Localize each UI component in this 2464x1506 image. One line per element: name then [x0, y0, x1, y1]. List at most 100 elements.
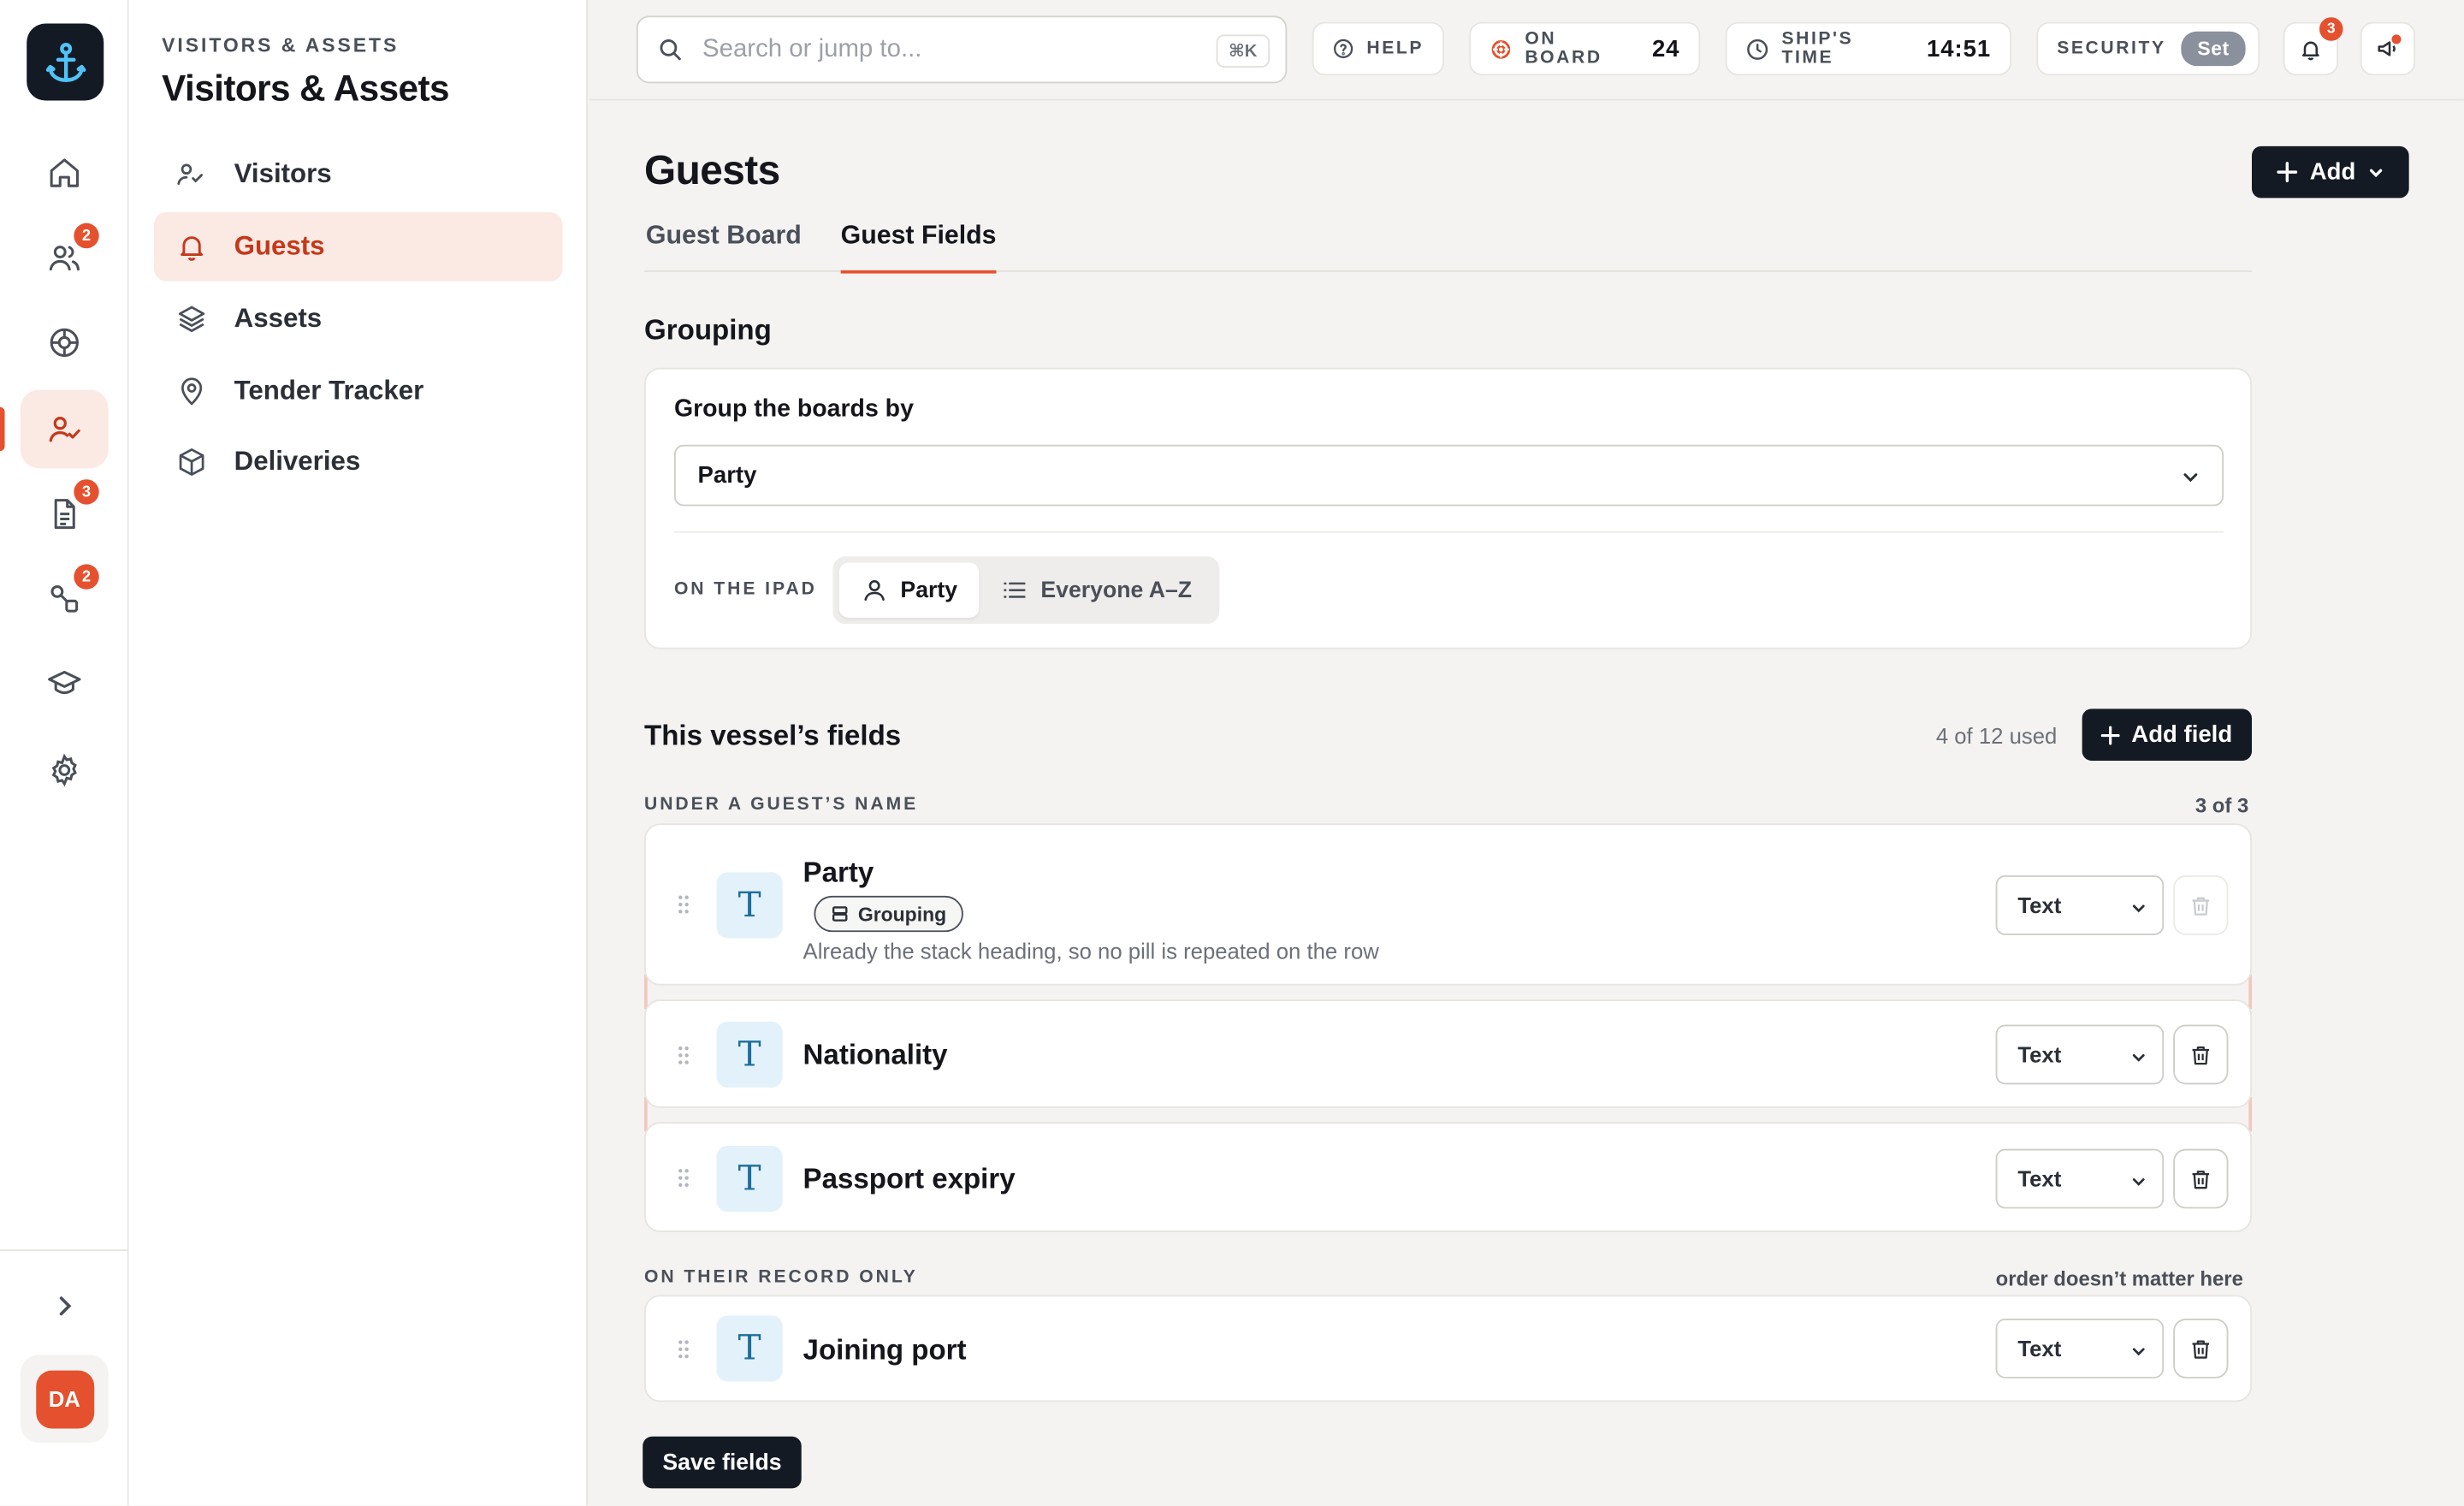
workflow-icon	[50, 584, 79, 613]
field-type-value: Text	[2017, 892, 2062, 918]
sidebar-item-label: Tender Tracker	[234, 375, 424, 406]
rail-documents-button[interactable]: 3	[21, 475, 109, 554]
field-name[interactable]: Passport expiry	[803, 1163, 1016, 1196]
graduation-cap-icon	[48, 670, 81, 695]
field-type-value: Text	[2017, 1336, 2062, 1361]
text-type-icon: T	[716, 1315, 783, 1382]
sidebar-item-assets[interactable]: Assets	[154, 284, 563, 353]
ipad-option-label: Everyone A–Z	[1040, 577, 1193, 603]
grouping-chip: Grouping	[814, 895, 964, 933]
sidebar-title: Visitors & Assets	[162, 67, 449, 109]
field-name[interactable]: Nationality	[803, 1039, 948, 1072]
chevron-down-icon	[2183, 473, 2198, 483]
app-rail: 2 3 2 DA	[0, 0, 129, 1506]
chevron-down-icon	[2132, 1053, 2145, 1062]
text-type-icon: T	[716, 1145, 783, 1213]
rail-workflows-button[interactable]: 2	[21, 560, 109, 638]
notifications-button[interactable]: 3	[2283, 17, 2343, 76]
field-row-passport-expiry: T Passport expiry Text	[644, 1122, 2252, 1232]
workflows-badge: 2	[74, 564, 99, 590]
user-check-icon	[176, 159, 208, 191]
ipad-option-party[interactable]: Party	[838, 562, 980, 618]
search-input[interactable]: Search or jump to... ⌘K	[636, 15, 1288, 84]
field-hint: Already the stack heading, so no pill is…	[803, 938, 1379, 963]
sidebar-item-label: Assets	[234, 303, 323, 334]
save-fields-button[interactable]: Save fields	[643, 1436, 802, 1489]
onboard-pill[interactable]: ON BOARD 24	[1469, 21, 1701, 76]
card-divider	[673, 531, 2224, 533]
ipad-option-everyone[interactable]: Everyone A–Z	[980, 563, 1214, 618]
search-placeholder: Search or jump to...	[702, 35, 922, 62]
announcements-button[interactable]	[2360, 21, 2416, 76]
field-type-select[interactable]: Text	[1995, 1024, 2165, 1085]
lifebuoy-icon	[50, 328, 79, 358]
group-by-select[interactable]: Party	[673, 444, 2224, 507]
trash-icon	[2192, 1170, 2210, 1189]
delete-field-button[interactable]	[2173, 1318, 2229, 1379]
drag-handle-icon[interactable]	[678, 1339, 690, 1360]
add-field-button[interactable]: Add field	[2082, 709, 2252, 761]
drag-handle-icon[interactable]	[678, 1168, 690, 1189]
chevron-right-icon	[59, 1296, 72, 1316]
add-label: Add	[2309, 158, 2356, 186]
tab-guest-fields[interactable]: Guest Fields	[840, 222, 997, 274]
ships-time-value: 14:51	[1927, 35, 1992, 62]
grouping-chip-label: Grouping	[857, 903, 947, 925]
add-button[interactable]: Add	[2251, 145, 2409, 199]
anchor-logo-icon[interactable]	[27, 23, 104, 101]
security-set-button[interactable]: Set	[2181, 31, 2246, 67]
rail-visitors-button[interactable]	[20, 389, 109, 469]
delete-field-button[interactable]	[2173, 1148, 2229, 1209]
home-icon	[50, 158, 79, 187]
people-badge: 2	[74, 222, 99, 249]
help-button[interactable]: HELP	[1312, 21, 1444, 76]
sidebar-item-visitors[interactable]: Visitors	[154, 139, 563, 209]
delete-field-button[interactable]	[2173, 1024, 2229, 1085]
rail-expand-button[interactable]	[21, 1266, 109, 1345]
rail-home-button[interactable]	[21, 133, 109, 212]
record-only-eyebrow: ON THEIR RECORD ONLY	[644, 1268, 918, 1288]
user-icon	[864, 579, 885, 602]
user-avatar-button[interactable]: DA	[20, 1355, 109, 1444]
plus-icon	[2101, 725, 2121, 744]
delete-field-button	[2173, 875, 2229, 935]
field-type-value: Text	[2017, 1165, 2062, 1192]
rail-settings-button[interactable]	[21, 731, 109, 809]
page-title: Guests	[644, 145, 780, 193]
chevron-down-icon	[2370, 168, 2383, 177]
rail-safety-button[interactable]	[21, 303, 109, 382]
tab-guest-board[interactable]: Guest Board	[646, 222, 802, 270]
bell-icon	[2301, 40, 2319, 60]
grouping-card: Group the boards by Party ON THE IPAD Pa…	[644, 367, 2252, 649]
map-pin-icon	[176, 376, 208, 407]
bell-icon	[176, 231, 208, 263]
clock-icon	[1747, 38, 1768, 59]
field-type-select[interactable]: Text	[1995, 1148, 2165, 1209]
trash-icon	[2192, 1046, 2210, 1064]
drag-handle-icon[interactable]	[678, 1045, 690, 1065]
sidebar-eyebrow: VISITORS & ASSETS	[162, 34, 400, 57]
field-name[interactable]: Party	[803, 857, 874, 890]
sidebar-item-tender-tracker[interactable]: Tender Tracker	[154, 357, 563, 426]
sidebar-item-label: Visitors	[234, 158, 332, 189]
field-type-select[interactable]: Text	[1995, 875, 2165, 935]
trash-icon	[2192, 1339, 2210, 1358]
group-by-value: Party	[697, 461, 757, 489]
field-row-joining-port: T Joining port Text	[644, 1295, 2252, 1402]
rail-active-marker	[0, 406, 5, 452]
field-row-nationality: T Nationality Text	[644, 999, 2252, 1108]
user-check-icon	[49, 417, 80, 442]
sidebar-item-deliveries[interactable]: Deliveries	[154, 428, 563, 497]
rail-people-button[interactable]: 2	[21, 218, 109, 297]
rail-training-button[interactable]	[21, 644, 109, 723]
field-type-select[interactable]: Text	[1995, 1318, 2165, 1379]
onboard-label: ON BOARD	[1525, 29, 1602, 68]
ships-time-pill[interactable]: SHIP'S TIME 14:51	[1725, 21, 2011, 76]
drag-handle-icon[interactable]	[678, 894, 690, 915]
ipad-view-toggle: Party Everyone A–Z	[832, 556, 1221, 625]
sidebar-item-guests[interactable]: Guests	[153, 211, 563, 282]
chevron-down-icon	[2132, 904, 2145, 913]
notifications-badge: 3	[2319, 17, 2343, 41]
chevron-down-icon	[2132, 1348, 2145, 1356]
field-name[interactable]: Joining port	[803, 1334, 967, 1367]
